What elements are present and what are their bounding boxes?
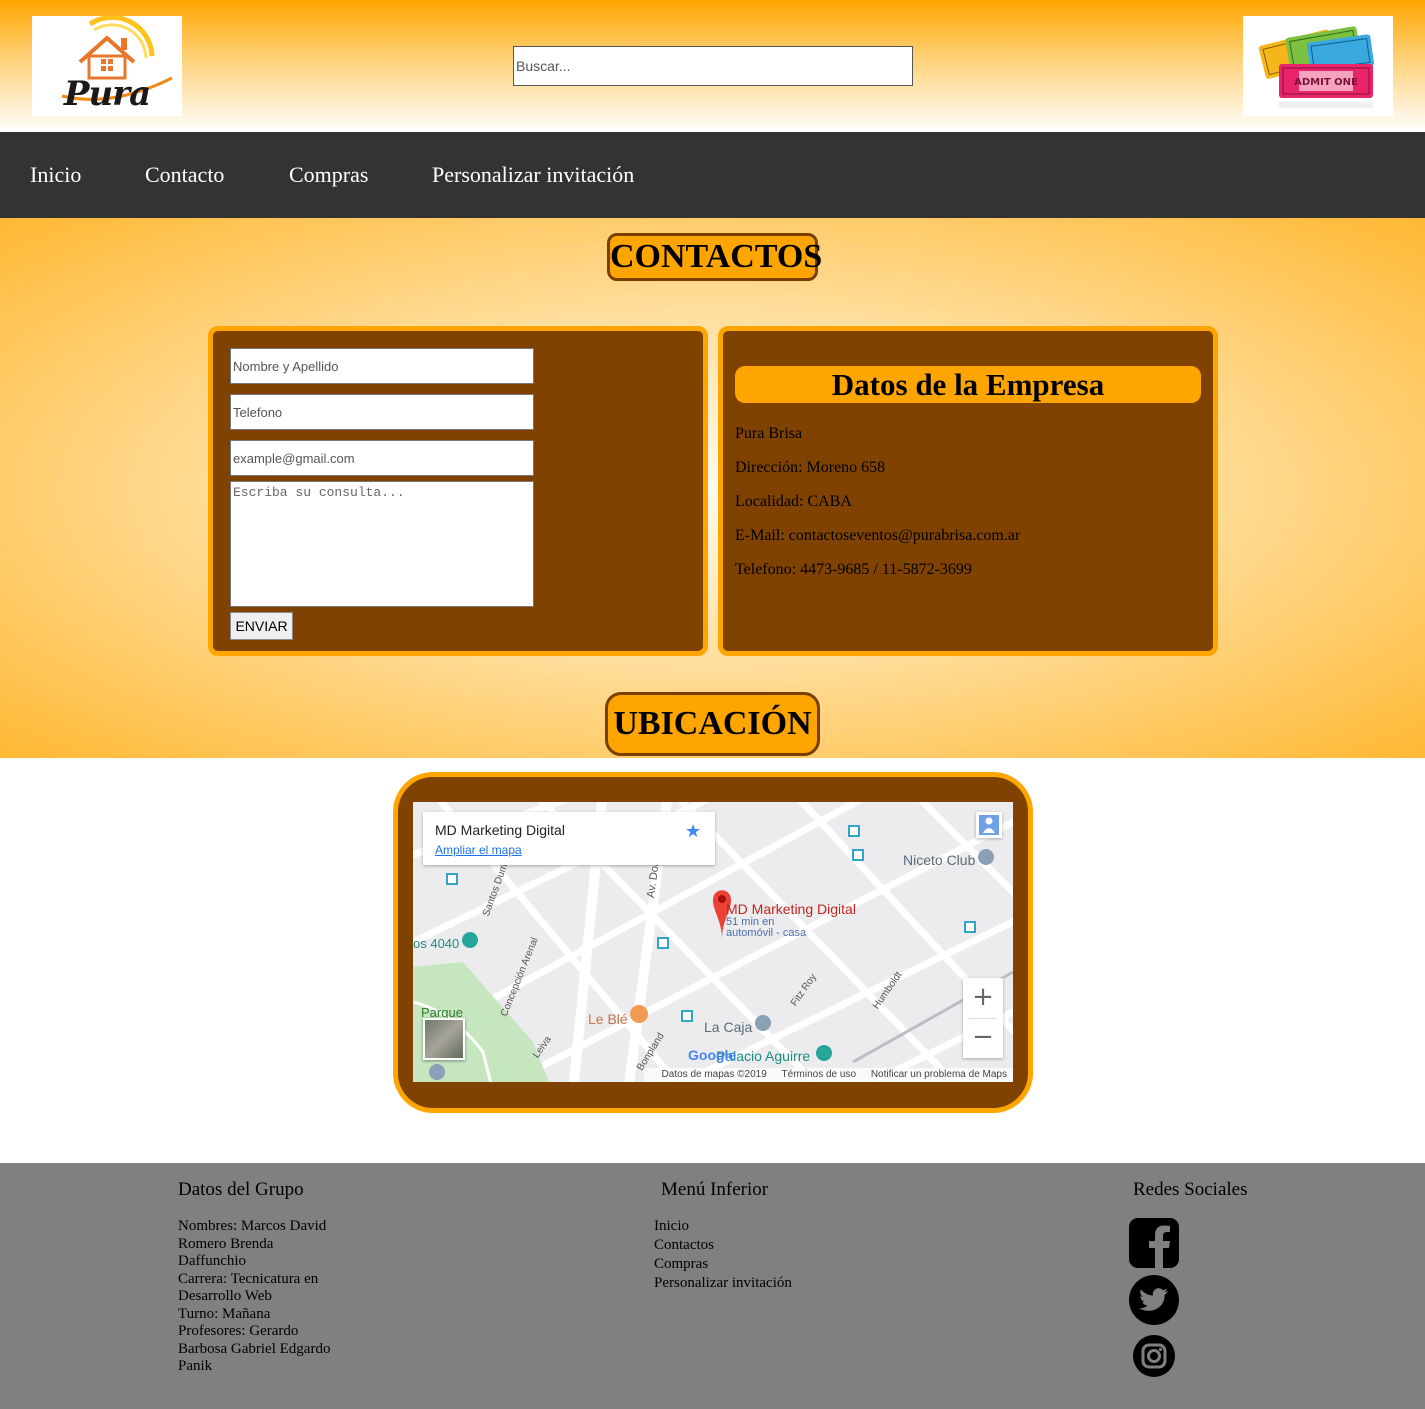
menu-heading: Menú Inferior (661, 1179, 769, 1200)
map-info-card: MD Marketing Digital Ampliar el mapa ★ (423, 812, 715, 865)
map-report-link[interactable]: Notificar un problema de Maps (871, 1069, 1007, 1080)
group-heading: Datos del Grupo (178, 1179, 304, 1200)
group-info: Nombres: Marcos David Romero Brenda Daff… (178, 1218, 348, 1376)
map-place-niceto: Niceto Club (903, 852, 976, 868)
nav-personalizar[interactable]: Personalizar invitación (432, 161, 634, 189)
tickets-icon: ADMIT ONE (1258, 26, 1374, 108)
site-footer: Datos del Grupo Nombres: Marcos David Ro… (0, 1163, 1425, 1409)
email-field[interactable] (230, 440, 534, 476)
group-line: Carrera: Tecnicatura en (178, 1270, 319, 1287)
footer-menu: Inicio Contactos Compras Personalizar in… (654, 1217, 792, 1293)
group-line: Barbosa Gabriel Edgardo (178, 1340, 331, 1357)
group-line: Panik (178, 1358, 213, 1374)
logo-text: Pura Brisa (59, 74, 156, 116)
footer-link-compras[interactable]: Compras (654, 1255, 792, 1274)
group-line: Romero Brenda (178, 1235, 274, 1252)
map-data-credit: Datos de mapas ©2019 (661, 1069, 767, 1080)
group-line: Daffunchio (178, 1253, 247, 1269)
map-card-title: MD Marketing Digital (435, 822, 565, 838)
map-place-lacaja: La Caja (704, 1019, 753, 1035)
google-logo: Google (688, 1047, 737, 1063)
map-place-leble: Le Blé (588, 1011, 628, 1027)
pura-brisa-logo[interactable]: Pura Brisa (32, 16, 182, 116)
map-footer: Datos de mapas ©2019 Términos de uso Not… (643, 1068, 1013, 1082)
zoom-controls: + − (963, 978, 1003, 1058)
twitter-icon[interactable] (1128, 1274, 1180, 1326)
group-line: Turno: Mañana (178, 1305, 271, 1322)
nav-inicio[interactable]: Inicio (30, 161, 81, 189)
footer-link-inicio[interactable]: Inicio (654, 1217, 792, 1236)
satellite-toggle[interactable] (423, 1018, 465, 1060)
group-line: Desarrollo Web (178, 1288, 272, 1304)
search-input[interactable] (513, 46, 913, 86)
phone-field[interactable] (230, 394, 534, 430)
map-place-4040: os 4040 (413, 936, 460, 951)
name-field[interactable] (230, 348, 534, 384)
nav-contacto[interactable]: Contacto (145, 161, 224, 189)
instagram-icon[interactable] (1128, 1330, 1180, 1382)
google-map[interactable]: MD Marketing Digital 51 min en automóvil… (413, 802, 1013, 1082)
map-pin-label: MD Marketing Digital (726, 901, 856, 917)
facebook-icon[interactable] (1128, 1217, 1180, 1269)
company-email: E-Mail: contactoseventos@purabrisa.com.a… (735, 527, 1021, 544)
contact-title: CONTACTOS (607, 233, 822, 281)
company-name: Pura Brisa (735, 425, 803, 442)
footer-link-personalizar[interactable]: Personalizar invitación (654, 1274, 792, 1293)
group-line: Profesores: Gerardo (178, 1323, 299, 1339)
tickets-text: ADMIT ONE (1294, 77, 1358, 88)
social-heading: Redes Sociales (1133, 1179, 1248, 1200)
contact-section: CONTACTOS ENVIAR Datos de la Empresa Pur… (0, 218, 1425, 758)
enlarge-map-link[interactable]: Ampliar el mapa (435, 843, 522, 857)
contact-form: ENVIAR (208, 326, 708, 656)
map-pin-sub2: automóvil - casa (726, 927, 807, 939)
company-title: Datos de la Empresa (735, 366, 1201, 403)
zoom-in-button[interactable]: + (963, 978, 1003, 1018)
company-address: Dirección: Moreno 658 (735, 459, 886, 476)
map-terms-link[interactable]: Términos de uso (782, 1069, 856, 1080)
main-nav: Inicio Contacto Compras Personalizar inv… (0, 132, 1425, 218)
group-line: Nombres: Marcos David (178, 1218, 327, 1234)
location-title: UBICACIÓN (605, 692, 820, 756)
zoom-out-button[interactable]: − (963, 1018, 1003, 1058)
save-star-icon[interactable]: ★ (685, 821, 701, 842)
street-view-pegman-icon[interactable] (976, 812, 1002, 838)
site-header: Pura Brisa ADMIT ONE (0, 0, 1425, 132)
message-field[interactable] (230, 481, 534, 607)
send-button[interactable]: ENVIAR (230, 612, 293, 640)
nav-compras[interactable]: Compras (289, 161, 368, 189)
company-info: Datos de la Empresa Pura Brisa Dirección… (718, 326, 1218, 656)
footer-link-contactos[interactable]: Contactos (654, 1236, 792, 1255)
company-phone: Telefono: 4473-9685 / 11-5872-3699 (735, 561, 972, 578)
map-frame: MD Marketing Digital 51 min en automóvil… (393, 772, 1033, 1113)
tickets-image[interactable]: ADMIT ONE (1243, 16, 1393, 116)
company-locality: Localidad: CABA (735, 493, 852, 510)
